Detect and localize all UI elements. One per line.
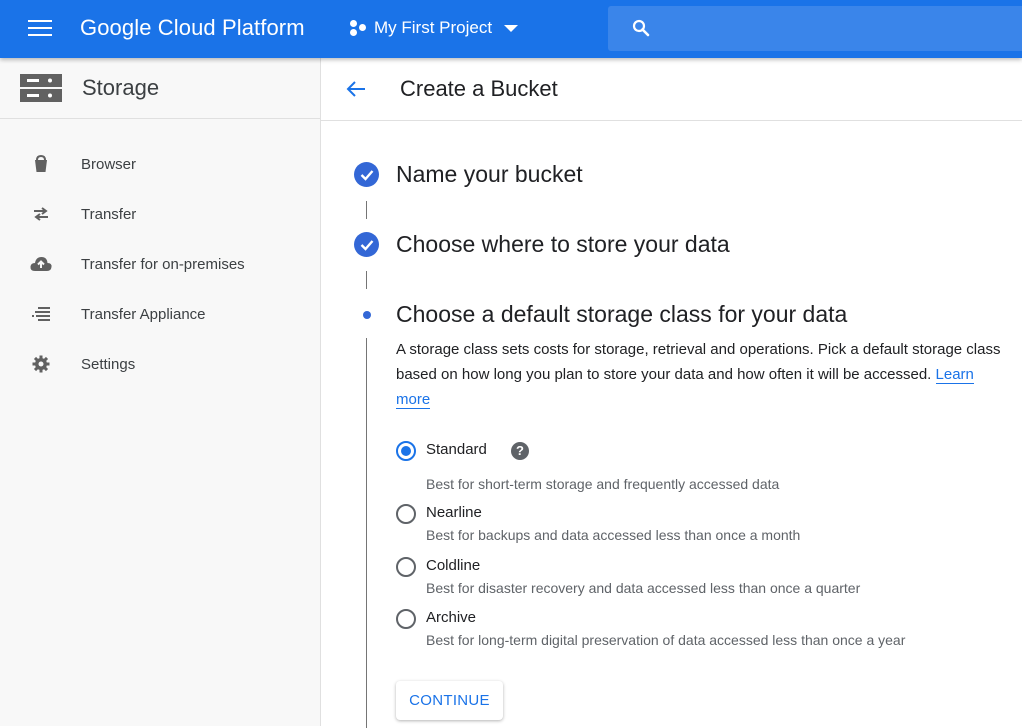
step-title: Choose a default storage class for your …: [396, 301, 848, 327]
step-connector: [366, 271, 367, 289]
gear-icon: [30, 353, 52, 375]
step-name-bucket[interactable]: Name your bucket: [354, 161, 583, 188]
chevron-down-icon: [504, 24, 519, 32]
step-title: Choose where to store your data: [396, 231, 730, 257]
sidebar-item-settings[interactable]: Settings: [0, 339, 320, 389]
radio-standard[interactable]: [396, 441, 416, 461]
back-arrow-icon[interactable]: [345, 78, 367, 100]
page-title: Create a Bucket: [400, 76, 558, 101]
appliance-list-icon: [30, 303, 52, 325]
continue-button[interactable]: CONTINUE: [396, 681, 503, 720]
sidebar-title: Storage: [82, 75, 160, 100]
menu-icon[interactable]: [28, 20, 52, 38]
radio-nearline[interactable]: [396, 504, 416, 524]
project-icon: [348, 18, 368, 38]
help-icon[interactable]: ?: [511, 442, 529, 460]
check-circle-icon: [354, 232, 379, 257]
sidebar-item-label: Browser: [81, 155, 137, 173]
step-location[interactable]: Choose where to store your data: [354, 231, 730, 258]
option-description: Best for backups and data accessed less …: [426, 527, 801, 543]
bucket-icon: [30, 153, 52, 175]
search-input[interactable]: [608, 6, 1022, 51]
option-name: Coldline: [426, 557, 481, 574]
check-circle-icon: [354, 162, 379, 187]
sidebar-item-label: Settings: [81, 355, 136, 373]
description-text: A storage class sets costs for storage, …: [396, 341, 1001, 383]
option-description: Best for disaster recovery and data acce…: [426, 580, 861, 596]
transfer-arrows-icon: [30, 203, 52, 225]
brand-title[interactable]: Google Cloud Platform: [80, 15, 305, 41]
sidebar: Storage Browser Transfer Transfer for on…: [0, 58, 321, 726]
option-name: Nearline: [426, 504, 482, 521]
main-content: Create a Bucket Name your bucket Choose …: [321, 58, 1022, 728]
sidebar-item-label: Transfer: [81, 205, 137, 223]
option-description: Best for short-term storage and frequent…: [426, 476, 780, 492]
sidebar-item-browser[interactable]: Browser: [0, 139, 320, 189]
sidebar-item-label: Transfer for on-premises: [81, 255, 245, 273]
sidebar-item-transfer-on-premises[interactable]: Transfer for on-premises: [0, 239, 320, 289]
sidebar-nav: Browser Transfer Transfer for on-premise…: [0, 119, 320, 389]
cloud-upload-icon: [30, 253, 52, 275]
option-name: Archive: [426, 609, 477, 626]
storage-class-description: A storage class sets costs for storage, …: [396, 337, 1006, 412]
sidebar-header: Storage: [0, 58, 320, 119]
current-step-dot-icon: [354, 302, 379, 327]
option-name: Standard: [426, 441, 487, 458]
sidebar-item-transfer-appliance[interactable]: Transfer Appliance: [0, 289, 320, 339]
step-connector: [366, 338, 367, 728]
step-title: Name your bucket: [396, 161, 583, 187]
project-name: My First Project: [374, 18, 493, 37]
top-bar: Google Cloud Platform My First Project: [0, 0, 1022, 58]
step-storage-class: Choose a default storage class for your …: [354, 301, 847, 328]
step-connector: [366, 201, 367, 219]
search-icon: [632, 19, 650, 37]
radio-coldline[interactable]: [396, 557, 416, 577]
option-description: Best for long-term digital preservation …: [426, 632, 906, 648]
storage-icon: [20, 74, 62, 102]
sidebar-item-label: Transfer Appliance: [81, 305, 206, 323]
sidebar-item-transfer[interactable]: Transfer: [0, 189, 320, 239]
project-selector[interactable]: My First Project: [348, 18, 519, 38]
radio-archive[interactable]: [396, 609, 416, 629]
page-header: Create a Bucket: [321, 58, 1022, 121]
